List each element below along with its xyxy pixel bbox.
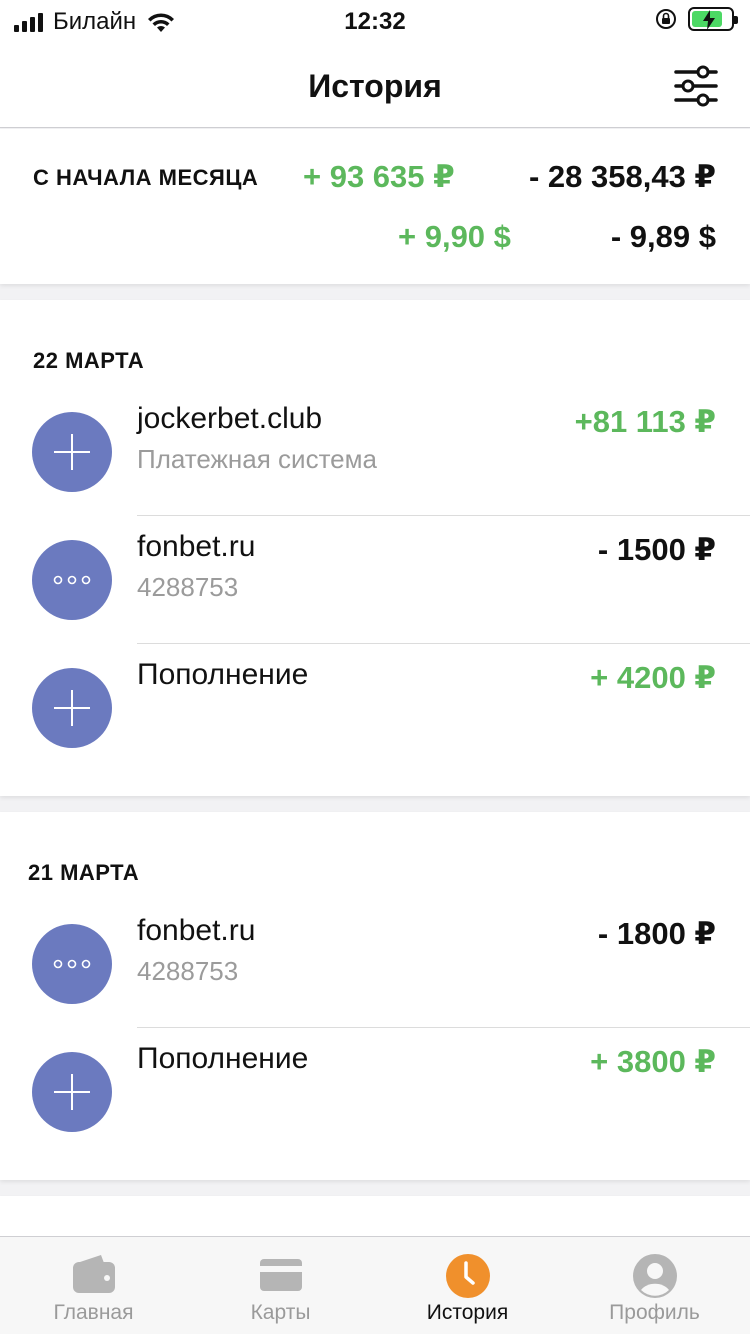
summary-expense-usd: - 9,89 $ bbox=[610, 219, 716, 254]
transaction-row[interactable]: jockerbet.club Платежная система +81 113… bbox=[0, 388, 750, 516]
plus-icon bbox=[32, 1052, 112, 1132]
transaction-title: Пополнение bbox=[137, 1042, 309, 1075]
summary-label: С НАЧАЛА МЕСЯЦА bbox=[33, 165, 259, 190]
transaction-amount: - 1500 ₽ bbox=[597, 532, 716, 567]
sliders-icon[interactable] bbox=[672, 64, 720, 108]
transaction-amount: + 3800 ₽ bbox=[590, 1044, 716, 1079]
status-bar: Билайн 12:32 bbox=[0, 0, 750, 44]
day-group: 22 МАРТА jockerbet.club Платежная систем… bbox=[0, 300, 750, 796]
transaction-title: jockerbet.club bbox=[137, 402, 323, 435]
tab-cards[interactable]: Карты bbox=[187, 1237, 374, 1334]
transaction-row[interactable]: fonbet.ru 4288753 - 1800 ₽ bbox=[0, 900, 750, 1028]
profile-icon bbox=[632, 1254, 677, 1298]
clock-icon bbox=[445, 1254, 490, 1298]
status-time: 12:32 bbox=[344, 8, 406, 35]
day-group bbox=[0, 1196, 750, 1236]
summary-expense-rub: - 28 358,43 ₽ bbox=[528, 159, 716, 194]
tab-label: Главная bbox=[53, 1301, 134, 1324]
plus-icon bbox=[32, 668, 112, 748]
transaction-subtitle: Платежная система bbox=[137, 444, 377, 474]
battery-icon bbox=[688, 7, 738, 31]
month-summary: С НАЧАЛА МЕСЯЦА + 93 635 ₽ - 28 358,43 ₽… bbox=[0, 129, 750, 284]
tab-bar: Главная Карты История Профиль bbox=[0, 1236, 750, 1334]
transaction-row[interactable]: fonbet.ru 4288753 - 1500 ₽ bbox=[0, 516, 750, 644]
transaction-amount: + 4200 ₽ bbox=[590, 660, 716, 695]
tab-label: Карты bbox=[250, 1301, 311, 1324]
transaction-amount: +81 113 ₽ bbox=[574, 404, 716, 439]
transaction-title: fonbet.ru bbox=[137, 914, 256, 947]
transaction-amount: - 1800 ₽ bbox=[597, 916, 716, 951]
transaction-row[interactable]: Пополнение + 4200 ₽ bbox=[0, 644, 750, 772]
more-icon bbox=[32, 540, 112, 620]
rotation-lock-icon bbox=[656, 9, 676, 29]
transaction-title: Пополнение bbox=[137, 658, 309, 691]
tab-label: Профиль bbox=[609, 1301, 700, 1324]
day-date: 21 МАРТА bbox=[28, 860, 140, 885]
tab-history[interactable]: История bbox=[374, 1237, 561, 1334]
page-title: История bbox=[308, 68, 442, 104]
tab-home[interactable]: Главная bbox=[0, 1237, 187, 1334]
summary-income-usd: + 9,90 $ bbox=[398, 219, 511, 254]
transaction-subtitle: 4288753 bbox=[137, 572, 239, 602]
day-date: 22 МАРТА bbox=[33, 348, 145, 373]
summary-income-rub: + 93 635 ₽ bbox=[303, 159, 455, 194]
wallet-icon bbox=[72, 1255, 115, 1293]
transaction-subtitle: 4288753 bbox=[137, 956, 239, 986]
tab-profile[interactable]: Профиль bbox=[561, 1237, 748, 1334]
tab-label: История bbox=[426, 1301, 509, 1324]
plus-icon bbox=[32, 412, 112, 492]
transaction-title: fonbet.ru bbox=[137, 530, 256, 563]
more-icon bbox=[32, 924, 112, 1004]
day-group: 21 МАРТА fonbet.ru 4288753 - 1800 ₽ Попо… bbox=[0, 812, 750, 1180]
card-icon bbox=[259, 1259, 302, 1291]
transaction-row[interactable]: Пополнение + 3800 ₽ bbox=[0, 1028, 750, 1156]
nav-header: История bbox=[0, 44, 750, 128]
